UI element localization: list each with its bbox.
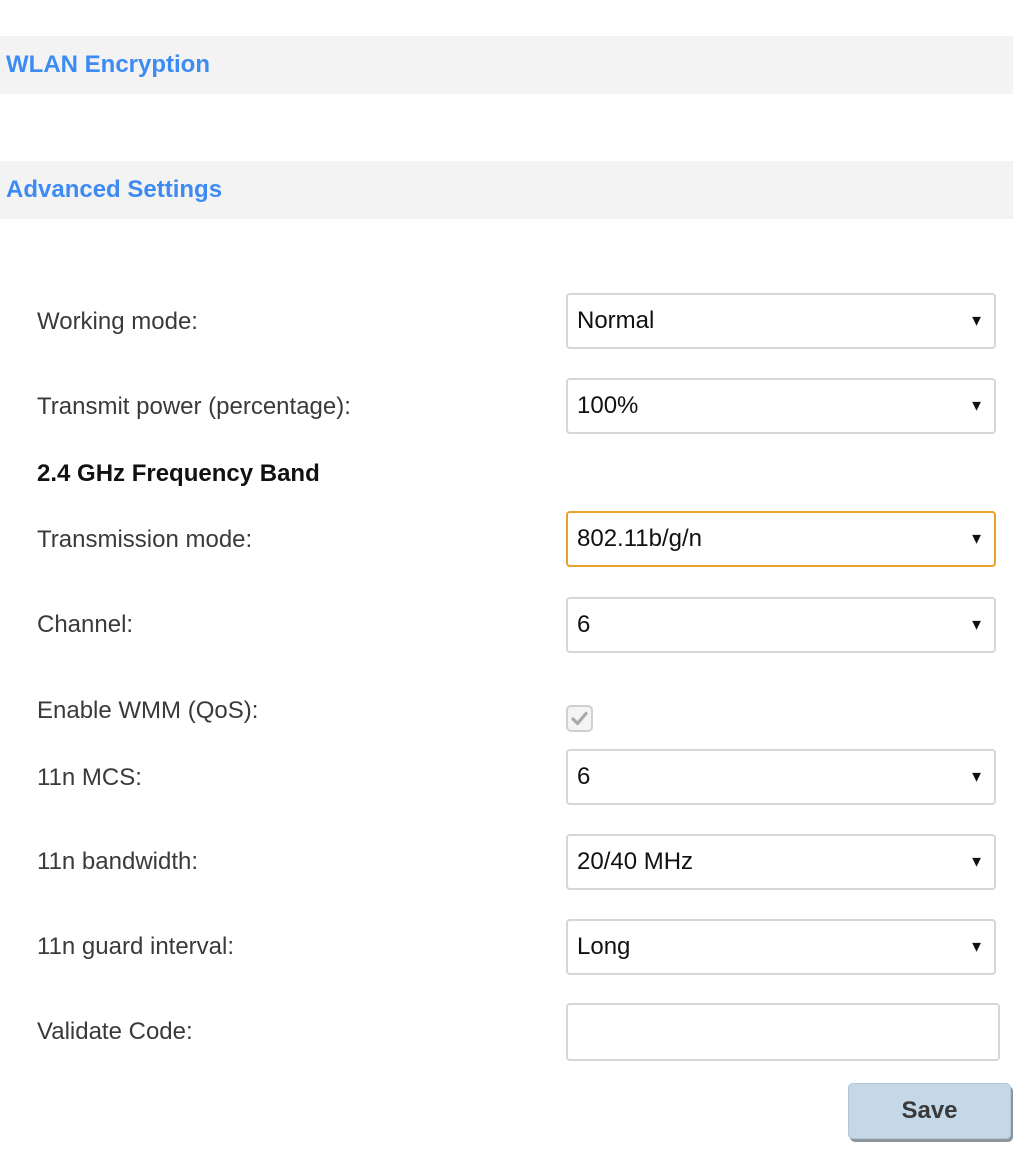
check-icon <box>571 711 588 726</box>
chevron-down-icon: ▼ <box>969 853 984 871</box>
guard-interval-value: Long <box>577 933 631 960</box>
mcs-value: 6 <box>577 763 591 790</box>
save-button[interactable]: Save <box>848 1083 1011 1139</box>
chevron-down-icon: ▼ <box>969 312 984 330</box>
section-title-wlan-encryption[interactable]: WLAN Encryption <box>6 51 210 79</box>
mcs-label: 11n MCS: <box>37 764 142 791</box>
chevron-down-icon: ▼ <box>969 768 984 786</box>
validate-code-label: Validate Code: <box>37 1018 193 1045</box>
transmission-mode-select[interactable]: 802.11b/g/n ▼ <box>566 511 996 567</box>
transmit-power-label: Transmit power (percentage): <box>37 393 351 420</box>
chevron-down-icon: ▼ <box>969 530 984 548</box>
chevron-down-icon: ▼ <box>969 616 984 634</box>
chevron-down-icon: ▼ <box>969 397 984 415</box>
frequency-band-heading: 2.4 GHz Frequency Band <box>37 460 320 487</box>
section-header-wlan-encryption[interactable]: WLAN Encryption <box>0 36 1013 94</box>
guard-interval-select[interactable]: Long ▼ <box>566 919 996 975</box>
transmit-power-value: 100% <box>577 392 639 419</box>
transmit-power-select[interactable]: 100% ▼ <box>566 378 996 434</box>
bandwidth-label: 11n bandwidth: <box>37 848 199 875</box>
channel-label: Channel: <box>37 611 134 638</box>
channel-select[interactable]: 6 ▼ <box>566 597 996 653</box>
working-mode-select[interactable]: Normal ▼ <box>566 293 996 349</box>
transmission-mode-label: Transmission mode: <box>37 526 253 553</box>
bandwidth-select[interactable]: 20/40 MHz ▼ <box>566 834 996 890</box>
working-mode-label: Working mode: <box>37 308 198 335</box>
section-header-advanced-settings[interactable]: Advanced Settings <box>0 161 1013 219</box>
wmm-label: Enable WMM (QoS): <box>37 697 259 724</box>
chevron-down-icon: ▼ <box>969 938 984 956</box>
transmission-mode-value: 802.11b/g/n <box>577 525 703 552</box>
wlan-settings-page: WLAN Encryption Advanced Settings Workin… <box>0 0 1013 1152</box>
section-title-advanced-settings[interactable]: Advanced Settings <box>6 176 222 204</box>
validate-code-input[interactable] <box>566 1003 1000 1061</box>
guard-interval-label: 11n guard interval: <box>37 933 235 960</box>
wmm-checkbox[interactable] <box>566 705 593 732</box>
working-mode-value: Normal <box>577 307 655 334</box>
mcs-select[interactable]: 6 ▼ <box>566 749 996 805</box>
bandwidth-value: 20/40 MHz <box>577 848 694 875</box>
channel-value: 6 <box>577 611 591 638</box>
